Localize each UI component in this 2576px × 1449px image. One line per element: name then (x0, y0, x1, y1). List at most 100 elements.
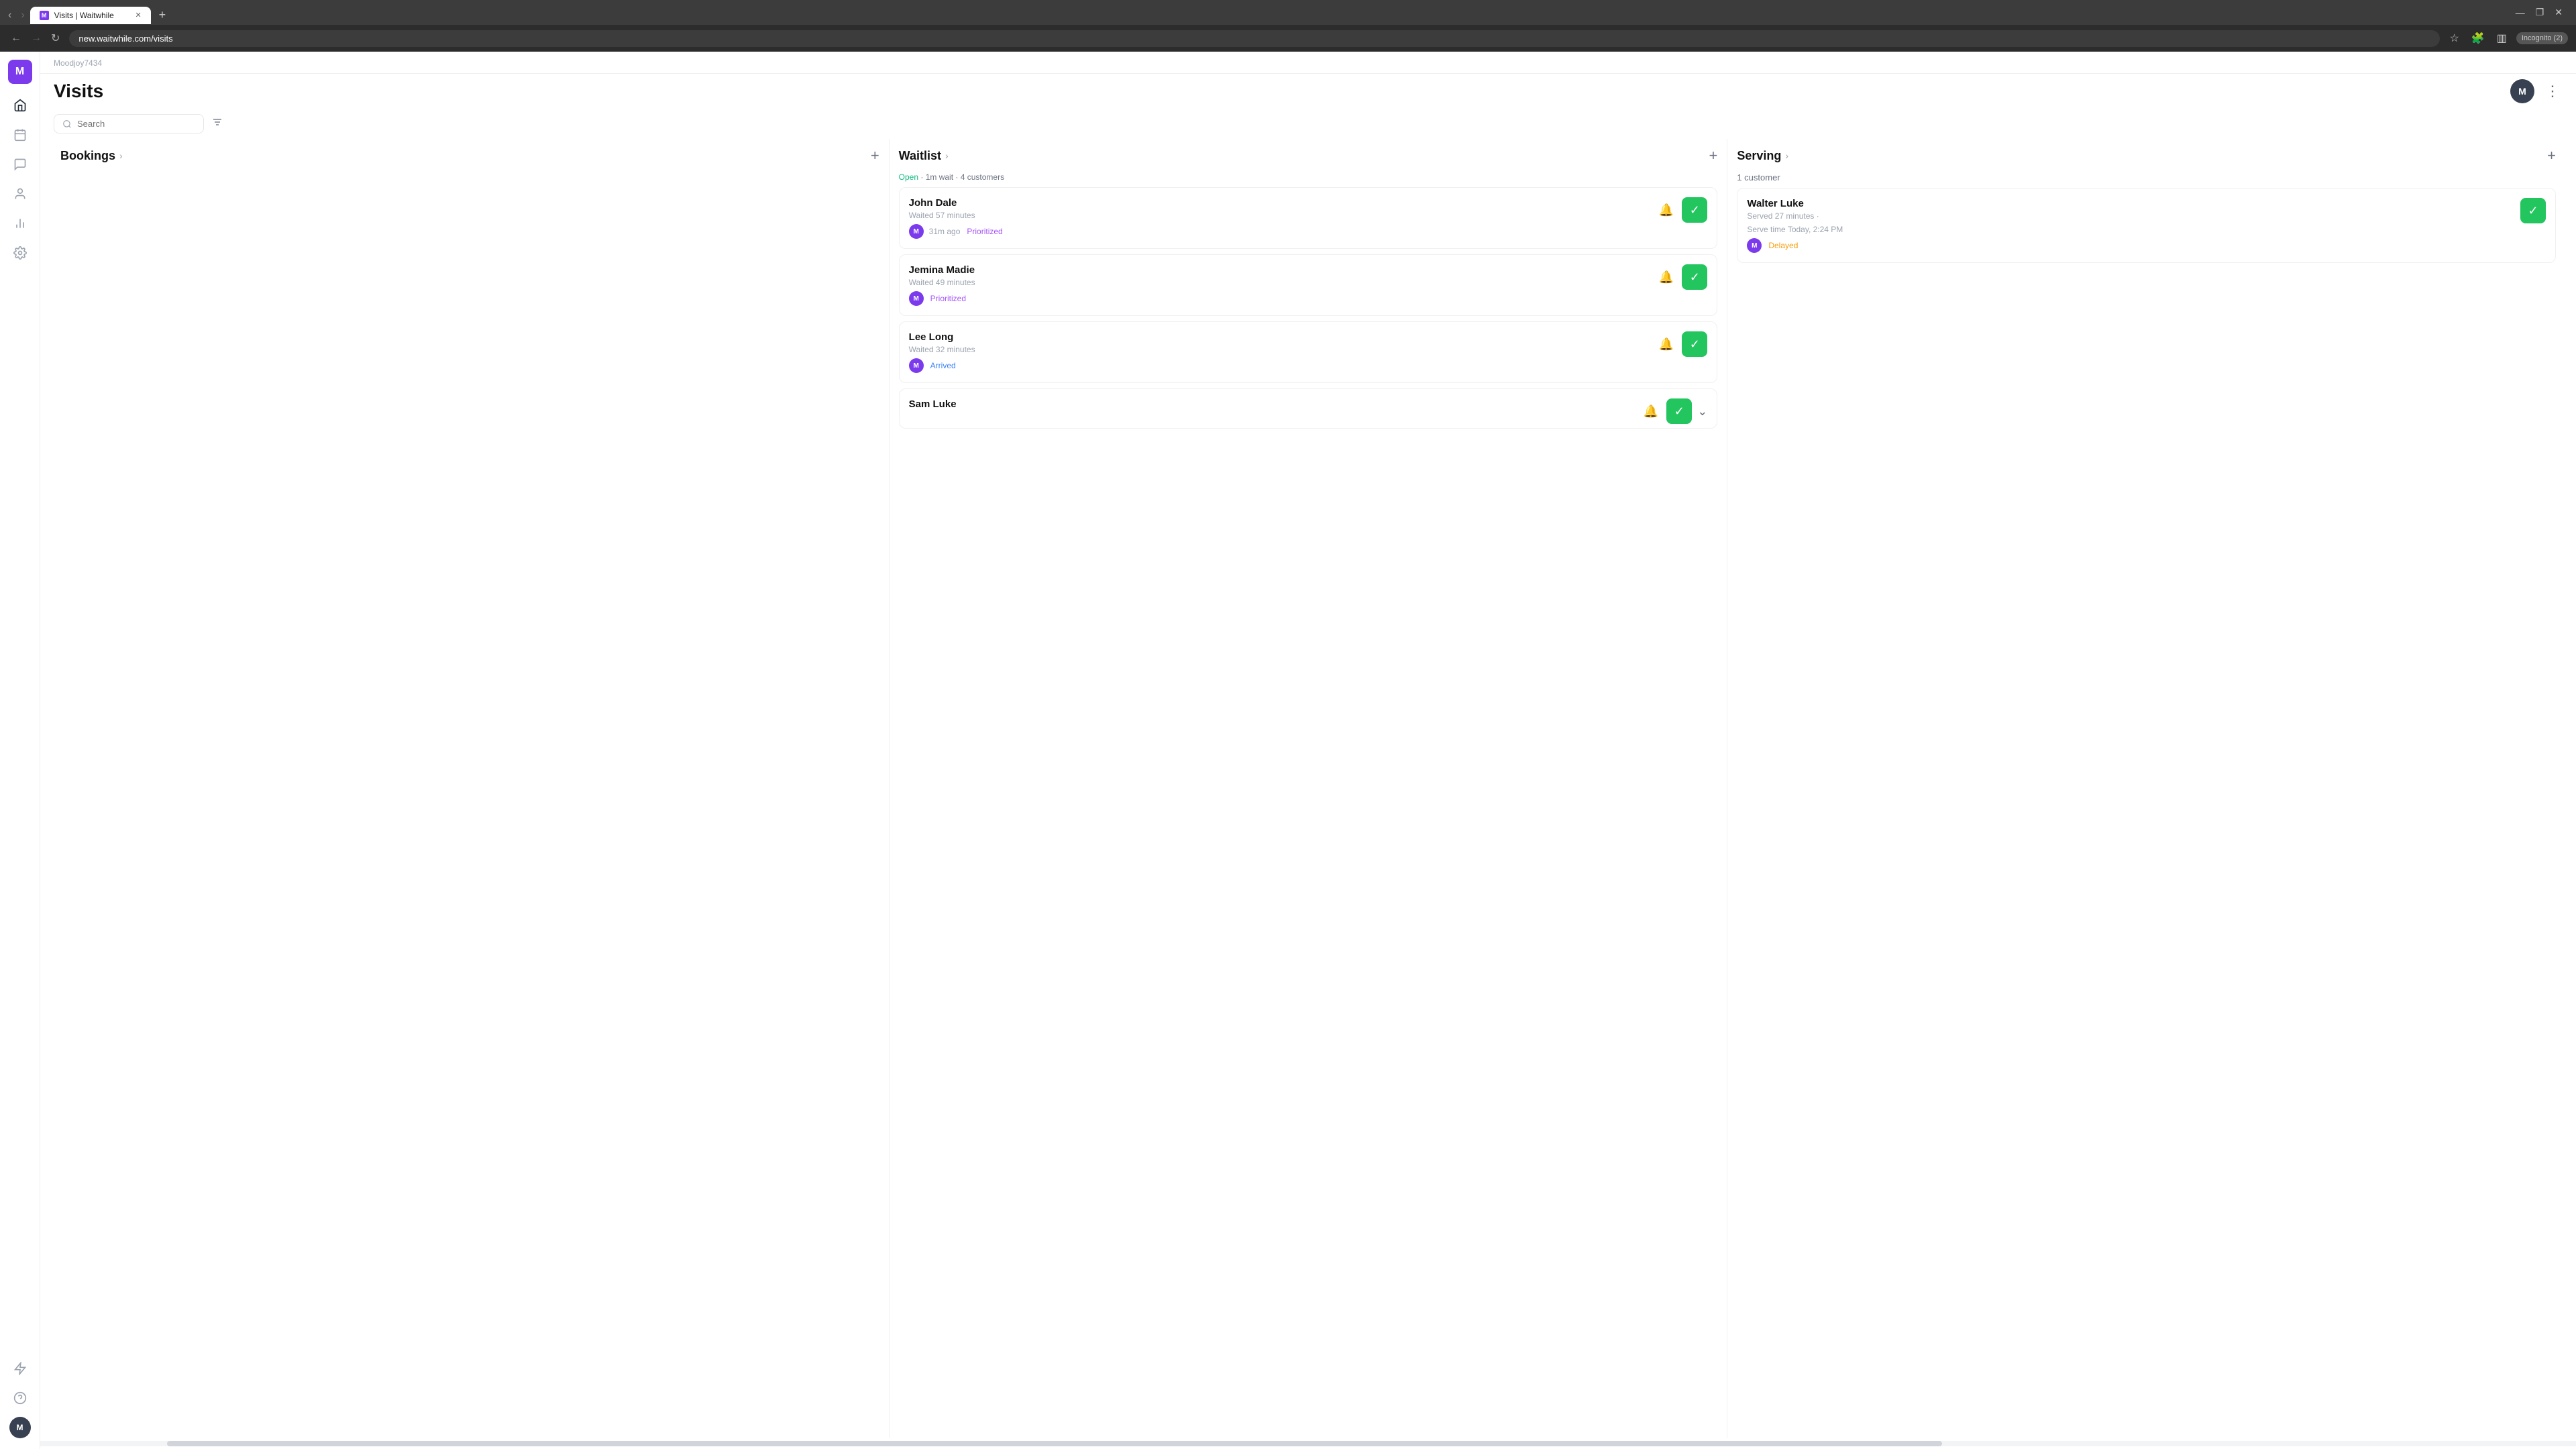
sidebar-item-messages[interactable] (7, 151, 34, 178)
back-button[interactable]: ← (8, 30, 24, 47)
tab-favicon: M (40, 11, 49, 20)
more-options-button[interactable]: ⋮ (2542, 80, 2563, 103)
minimize-button[interactable]: — (2516, 7, 2525, 18)
sidebar-item-help[interactable] (7, 1385, 34, 1411)
sidebar-toggle-button[interactable]: ▥ (2494, 29, 2510, 48)
analytics-icon (13, 217, 27, 230)
tab-bar: ‹ › M Visits | Waitwhile ✕ + — ❐ ✕ (0, 0, 2576, 25)
restore-button[interactable]: ❐ (2536, 7, 2544, 18)
visit-info: Lee Long Waited 32 minutes M Arrived (909, 331, 1650, 373)
reload-button[interactable]: ↻ (48, 29, 62, 48)
visit-info: Walter Luke Served 27 minutes · Serve ti… (1747, 198, 2514, 253)
visit-meta: M 31m ago Prioritized (909, 224, 1650, 239)
check-button[interactable]: ✓ (2520, 198, 2546, 223)
status-badge: Prioritized (965, 226, 1004, 237)
home-icon (13, 99, 27, 112)
sidebar-item-calendar[interactable] (7, 121, 34, 148)
sidebar-item-avatar[interactable]: M (7, 1414, 34, 1441)
serving-title: Serving (1737, 149, 1781, 163)
page-title: Visits (54, 80, 103, 102)
bell-button[interactable]: 🔔 (1656, 201, 1676, 220)
visit-name: John Dale (909, 197, 1650, 209)
waitlist-status-open: Open (899, 172, 918, 182)
serving-column: Serving › + 1 customer Walter Luke Serve… (1730, 139, 2563, 1438)
visit-card-sam-luke[interactable]: Sam Luke 🔔 ✓ ⌄ (899, 388, 1718, 429)
visit-avatar: M (909, 224, 924, 239)
visit-waited: Waited 57 minutes (909, 211, 1650, 220)
visit-info: Jemina Madie Waited 49 minutes M Priorit… (909, 264, 1650, 306)
visit-name: Walter Luke (1747, 198, 2514, 209)
serving-column-header: Serving › + (1737, 139, 2556, 170)
check-button[interactable]: ✓ (1682, 197, 1707, 223)
check-button[interactable]: ✓ (1682, 264, 1707, 290)
scrollbar-area[interactable] (40, 1441, 2576, 1446)
new-tab-button[interactable]: + (154, 5, 172, 25)
bell-button[interactable]: 🔔 (1656, 268, 1676, 287)
served-duration: Served 27 minutes · (1747, 211, 1819, 221)
tab-forward-button[interactable]: › (18, 7, 27, 24)
serving-list: Walter Luke Served 27 minutes · Serve ti… (1737, 188, 2556, 1438)
serving-add-button[interactable]: + (2547, 147, 2556, 164)
toolbar (40, 109, 2576, 139)
visit-name: Lee Long (909, 331, 1650, 343)
tab-label: Visits | Waitwhile (54, 11, 114, 20)
divider-1 (889, 139, 890, 1438)
visit-card-john-dale[interactable]: John Dale Waited 57 minutes M 31m ago Pr… (899, 187, 1718, 249)
waitlist-status: Open · 1m wait · 4 customers (899, 170, 1718, 187)
sidebar-bottom: M (7, 1355, 34, 1441)
visit-actions: 🔔 ✓ (1656, 197, 1707, 223)
bell-button[interactable]: 🔔 (1656, 335, 1676, 354)
filter-button[interactable] (212, 117, 223, 131)
visit-card-lee-long[interactable]: Lee Long Waited 32 minutes M Arrived 🔔 ✓ (899, 321, 1718, 383)
close-window-button[interactable]: ✕ (2555, 7, 2563, 18)
active-tab[interactable]: M Visits | Waitwhile ✕ (30, 7, 151, 24)
waitlist-status-detail: · 1m wait · 4 customers (920, 172, 1004, 182)
sidebar-item-analytics[interactable] (7, 210, 34, 237)
visit-avatar: M (909, 291, 924, 306)
search-input[interactable] (77, 119, 195, 129)
address-input[interactable] (69, 30, 2440, 47)
forward-button[interactable]: → (28, 30, 44, 47)
address-bar-area: ← → ↻ ☆ 🧩 ▥ Incognito (2) (0, 25, 2576, 52)
tab-back-button[interactable]: ‹ (5, 7, 14, 24)
visit-avatar: M (1747, 238, 1762, 253)
visit-waited: Waited 49 minutes (909, 278, 1650, 287)
bookings-add-button[interactable]: + (871, 147, 879, 164)
bookmark-button[interactable]: ☆ (2447, 29, 2461, 48)
scrollbar-thumb[interactable] (167, 1441, 1942, 1446)
sidebar-item-settings[interactable] (7, 239, 34, 266)
check-button[interactable]: ✓ (1666, 398, 1692, 424)
user-avatar-small: M (9, 1417, 31, 1438)
bookings-title-area: Bookings › (60, 149, 123, 163)
visit-actions: ✓ (2520, 198, 2546, 223)
header-user-avatar: M (2510, 79, 2534, 103)
bookings-column: Bookings › + (54, 139, 886, 1438)
user-avatar-initial: M (17, 1423, 23, 1432)
help-icon (13, 1391, 27, 1405)
visit-actions: 🔔 ✓ (1656, 264, 1707, 290)
check-button[interactable]: ✓ (1682, 331, 1707, 357)
waitlist-chevron-icon: › (945, 150, 949, 161)
visit-card-jemina-madie[interactable]: Jemina Madie Waited 49 minutes M Priorit… (899, 254, 1718, 316)
browser-action-buttons: ☆ 🧩 ▥ Incognito (2) (2447, 29, 2568, 48)
waitlist-title-area: Waitlist › (899, 149, 949, 163)
sidebar-item-home[interactable] (7, 92, 34, 119)
waitlist-list: John Dale Waited 57 minutes M 31m ago Pr… (899, 187, 1718, 1438)
app-container: M M (0, 52, 2576, 1449)
status-badge: Arrived (929, 360, 957, 371)
page-header-actions: M ⋮ (2510, 79, 2563, 103)
extensions-button[interactable]: 🧩 (2469, 29, 2487, 48)
waitlist-column: Waitlist › + Open · 1m wait · 4 customer… (892, 139, 1725, 1438)
bell-button[interactable]: 🔔 (1641, 402, 1661, 421)
waitlist-add-button[interactable]: + (1709, 147, 1717, 164)
serving-title-area: Serving › (1737, 149, 1788, 163)
filter-icon (212, 117, 223, 127)
tab-close-button[interactable]: ✕ (135, 11, 141, 19)
sidebar-item-people[interactable] (7, 180, 34, 207)
collapse-button[interactable]: ⌄ (1697, 405, 1707, 419)
visit-meta: M Delayed (1747, 238, 2514, 253)
visit-card-walter-luke[interactable]: Walter Luke Served 27 minutes · Serve ti… (1737, 188, 2556, 263)
window-controls: — ❐ ✕ (2516, 7, 2571, 23)
visit-actions: 🔔 ✓ (1656, 331, 1707, 357)
sidebar-item-lightning[interactable] (7, 1355, 34, 1382)
